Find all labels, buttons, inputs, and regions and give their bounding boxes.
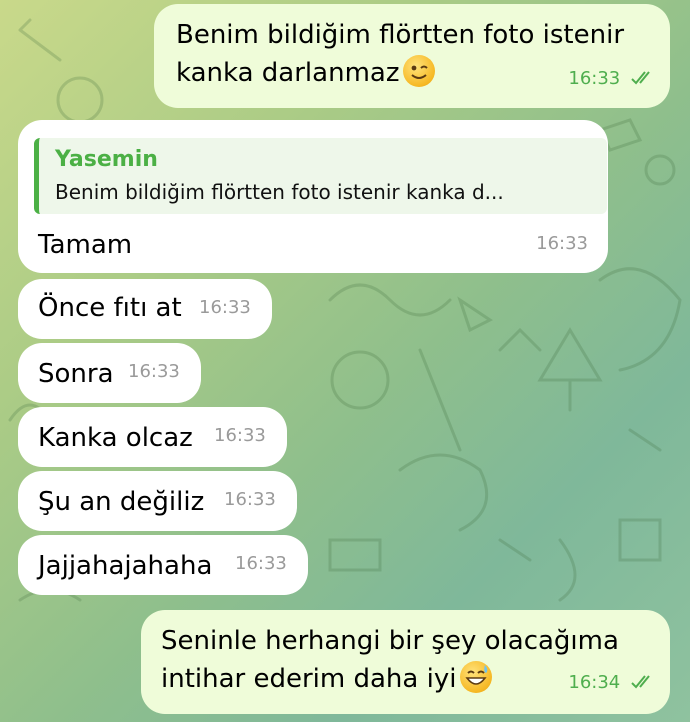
winking-face-emoji <box>403 55 436 87</box>
message-time: 16:33 <box>214 425 266 446</box>
message-text: Tamam <box>38 230 133 260</box>
message-time: 16:33 <box>128 361 180 382</box>
double-check-icon <box>631 675 650 689</box>
message-meta: 16:33 <box>568 60 656 98</box>
reply-sender-name: Yasemin <box>55 147 158 172</box>
message-time: 16:33 <box>199 297 251 318</box>
reply-quote[interactable]: Yasemin Benim bildiğim flörtten foto ist… <box>34 138 607 214</box>
message-text: Jajjahajahaha <box>38 551 213 581</box>
message-time: 16:33 <box>568 68 621 89</box>
message-time: 16:33 <box>224 489 276 510</box>
message-time: 16:33 <box>235 553 287 574</box>
message-bubble-incoming[interactable]: Sonra 16:33 <box>18 343 201 403</box>
message-bubble-outgoing[interactable]: Benim bildiğim flörtten foto istenir kan… <box>154 4 670 108</box>
message-bubble-incoming[interactable]: Yasemin Benim bildiğim flörtten foto ist… <box>18 120 608 273</box>
message-text: Şu an değiliz <box>38 487 205 517</box>
message-bubble-outgoing[interactable]: Seninle herhangi bir şey olacağıma intih… <box>141 610 670 714</box>
message-time: 16:34 <box>568 672 621 693</box>
message-bubble-incoming[interactable]: Jajjahajahaha 16:33 <box>18 535 308 595</box>
message-text: Önce fıtı at <box>38 293 182 323</box>
grinning-face-with-sweat-emoji <box>460 661 493 693</box>
message-bubble-incoming[interactable]: Önce fıtı at 16:33 <box>18 279 272 339</box>
message-text: Sonra <box>38 359 114 389</box>
message-time: 16:33 <box>536 233 588 254</box>
reply-text: Benim bildiğim flörtten foto istenir kan… <box>55 180 504 204</box>
message-text: Seninle herhangi bir şey olacağıma intih… <box>161 626 619 694</box>
message-meta: 16:34 <box>568 664 656 702</box>
message-text: Kanka olcaz <box>38 423 193 453</box>
message-bubble-incoming[interactable]: Kanka olcaz 16:33 <box>18 407 287 467</box>
message-text: Benim bildiğim flörtten foto istenir kan… <box>176 20 625 88</box>
double-check-icon <box>631 71 650 85</box>
message-bubble-incoming[interactable]: Şu an değiliz 16:33 <box>18 471 297 531</box>
